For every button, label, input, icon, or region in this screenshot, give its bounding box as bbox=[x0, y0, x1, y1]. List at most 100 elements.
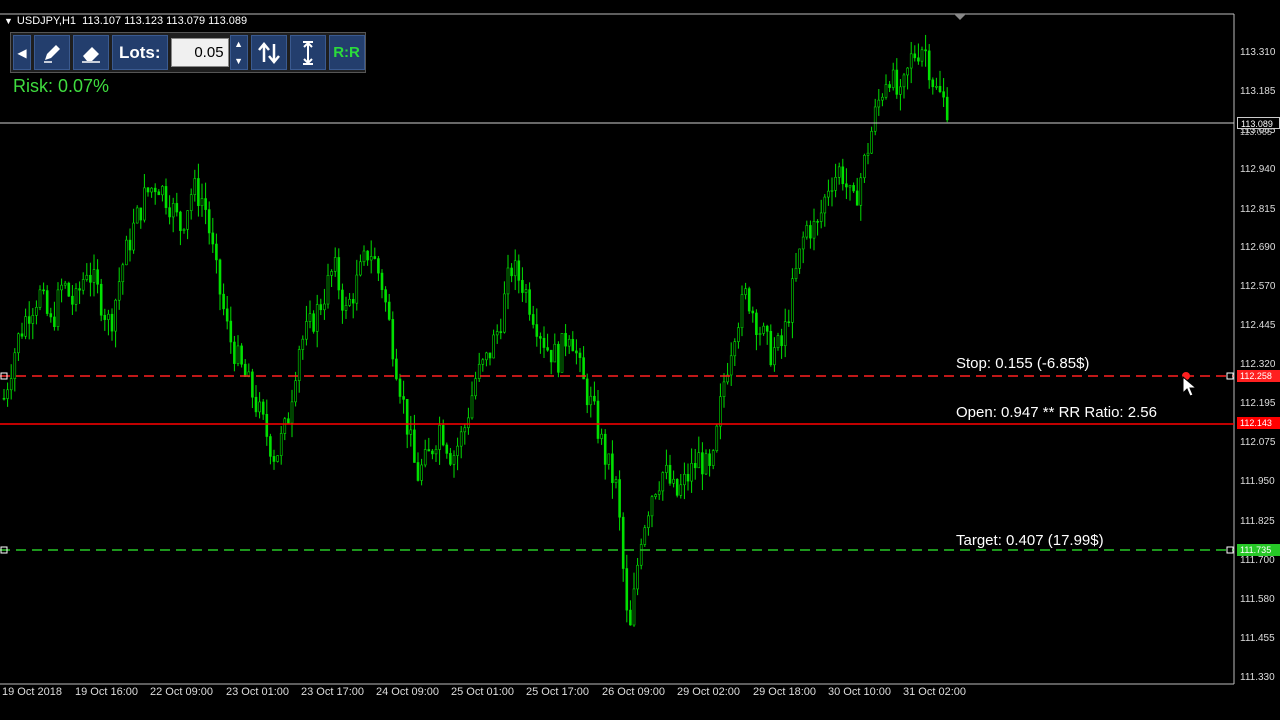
candle-body bbox=[150, 187, 153, 193]
arrow-down-icon[interactable]: ▼ bbox=[231, 53, 247, 70]
draw-lines-button[interactable] bbox=[34, 35, 70, 70]
candle-body bbox=[258, 401, 261, 413]
candle-body bbox=[769, 330, 773, 366]
candle-body bbox=[78, 288, 81, 291]
candle-body bbox=[557, 343, 560, 373]
candle-body bbox=[60, 284, 63, 291]
candle-body bbox=[531, 314, 535, 325]
candle-body bbox=[449, 453, 452, 465]
time-axis[interactable]: 19 Oct 2018 19 Oct 16:00 22 Oct 09:00 23… bbox=[0, 684, 1235, 704]
candle-body bbox=[737, 327, 740, 342]
candle-body bbox=[434, 449, 438, 455]
candle-body bbox=[222, 293, 225, 310]
candle-body bbox=[423, 449, 427, 466]
candle-body bbox=[611, 453, 614, 483]
candle-body bbox=[528, 289, 531, 315]
candle-body bbox=[791, 278, 794, 323]
time-tick: 22 Oct 09:00 bbox=[150, 686, 213, 698]
collapse-toolbar-button[interactable]: ◀ bbox=[13, 35, 31, 70]
candle-body bbox=[251, 371, 254, 398]
candle-body bbox=[600, 433, 603, 439]
candle-body bbox=[114, 299, 117, 332]
candle-body bbox=[351, 299, 355, 304]
candle-body bbox=[679, 484, 683, 496]
lots-stepper[interactable]: ▲ ▼ bbox=[229, 35, 248, 70]
candle-body bbox=[891, 69, 895, 88]
candle-body bbox=[816, 221, 819, 223]
time-tick: 31 Oct 02:00 bbox=[903, 686, 966, 698]
candle-body bbox=[870, 130, 873, 154]
candle-body bbox=[312, 313, 315, 332]
rr-button[interactable]: R:R bbox=[328, 35, 365, 70]
candle-body bbox=[92, 269, 96, 283]
candle-body bbox=[564, 333, 567, 347]
resize-range-button[interactable] bbox=[289, 35, 326, 70]
candle-body bbox=[571, 338, 575, 352]
candle-body bbox=[845, 183, 848, 188]
candle-body bbox=[168, 207, 171, 218]
time-tick: 29 Oct 02:00 bbox=[677, 686, 740, 698]
candle-body bbox=[175, 203, 179, 213]
candle-body bbox=[261, 401, 265, 415]
candle-body bbox=[128, 239, 132, 251]
candle-body bbox=[305, 321, 308, 340]
candle-body bbox=[909, 53, 913, 69]
candle-body bbox=[665, 464, 668, 473]
time-tick: 19 Oct 16:00 bbox=[75, 686, 138, 698]
candle-body bbox=[913, 53, 917, 59]
candle-body bbox=[387, 301, 391, 320]
candle-body bbox=[380, 272, 384, 290]
lots-input[interactable] bbox=[170, 38, 229, 67]
candle-body bbox=[85, 274, 89, 280]
candle-body bbox=[697, 452, 701, 469]
candle-body bbox=[355, 274, 359, 304]
target-label: Target: 0.407 (17.99$) bbox=[956, 532, 1104, 549]
erase-lines-button[interactable] bbox=[73, 35, 109, 70]
candle-body bbox=[441, 425, 445, 446]
swap-direction-button[interactable] bbox=[250, 35, 287, 70]
candle-body bbox=[603, 433, 607, 465]
candle-body bbox=[276, 455, 279, 462]
candle-body bbox=[722, 381, 726, 397]
arrow-up-icon[interactable]: ▲ bbox=[231, 36, 247, 53]
candle-body bbox=[510, 267, 513, 277]
candle-body bbox=[405, 399, 409, 435]
candle-body bbox=[135, 207, 139, 224]
candle-body bbox=[56, 289, 60, 328]
candle-body bbox=[99, 283, 103, 316]
candle-body bbox=[197, 178, 200, 207]
trade-toolbar: ◀ Lots: ▲ ▼ R:R bbox=[10, 32, 366, 73]
price-tick: 111.580 bbox=[1240, 594, 1275, 605]
time-tick: 26 Oct 09:00 bbox=[602, 686, 665, 698]
candle-body bbox=[589, 395, 593, 406]
eraser-icon bbox=[82, 46, 100, 63]
candle-body bbox=[920, 49, 924, 62]
candle-body bbox=[675, 478, 679, 496]
candle-body bbox=[9, 378, 13, 391]
candle-body bbox=[895, 69, 899, 95]
candle-body bbox=[366, 250, 369, 261]
time-tick: 30 Oct 10:00 bbox=[828, 686, 891, 698]
candle-body bbox=[830, 190, 834, 192]
candle-body bbox=[535, 324, 539, 337]
price-axis[interactable]: 113.310 113.185 113.065 112.940 112.815 … bbox=[1236, 0, 1280, 720]
candle-body bbox=[398, 378, 402, 397]
up-down-arrows-icon bbox=[257, 41, 280, 64]
candle-body bbox=[416, 462, 420, 481]
candle-body bbox=[762, 325, 765, 334]
candle-body bbox=[161, 186, 164, 196]
candle-body bbox=[182, 228, 186, 231]
candle-body bbox=[578, 352, 582, 358]
candle-body bbox=[852, 185, 855, 192]
candle-body bbox=[290, 401, 294, 424]
candle-body bbox=[474, 378, 477, 397]
candle-body bbox=[283, 418, 287, 434]
open-label: Open: 0.947 ** RR Ratio: 2.56 bbox=[956, 404, 1157, 421]
candle-body bbox=[164, 186, 168, 208]
candle-body bbox=[848, 185, 852, 188]
candle-body bbox=[773, 347, 776, 366]
candle-body bbox=[463, 427, 467, 433]
candle-body bbox=[837, 166, 841, 178]
chart-menu-triangle-icon[interactable]: ▼ bbox=[4, 16, 13, 26]
candle-body bbox=[945, 96, 949, 121]
